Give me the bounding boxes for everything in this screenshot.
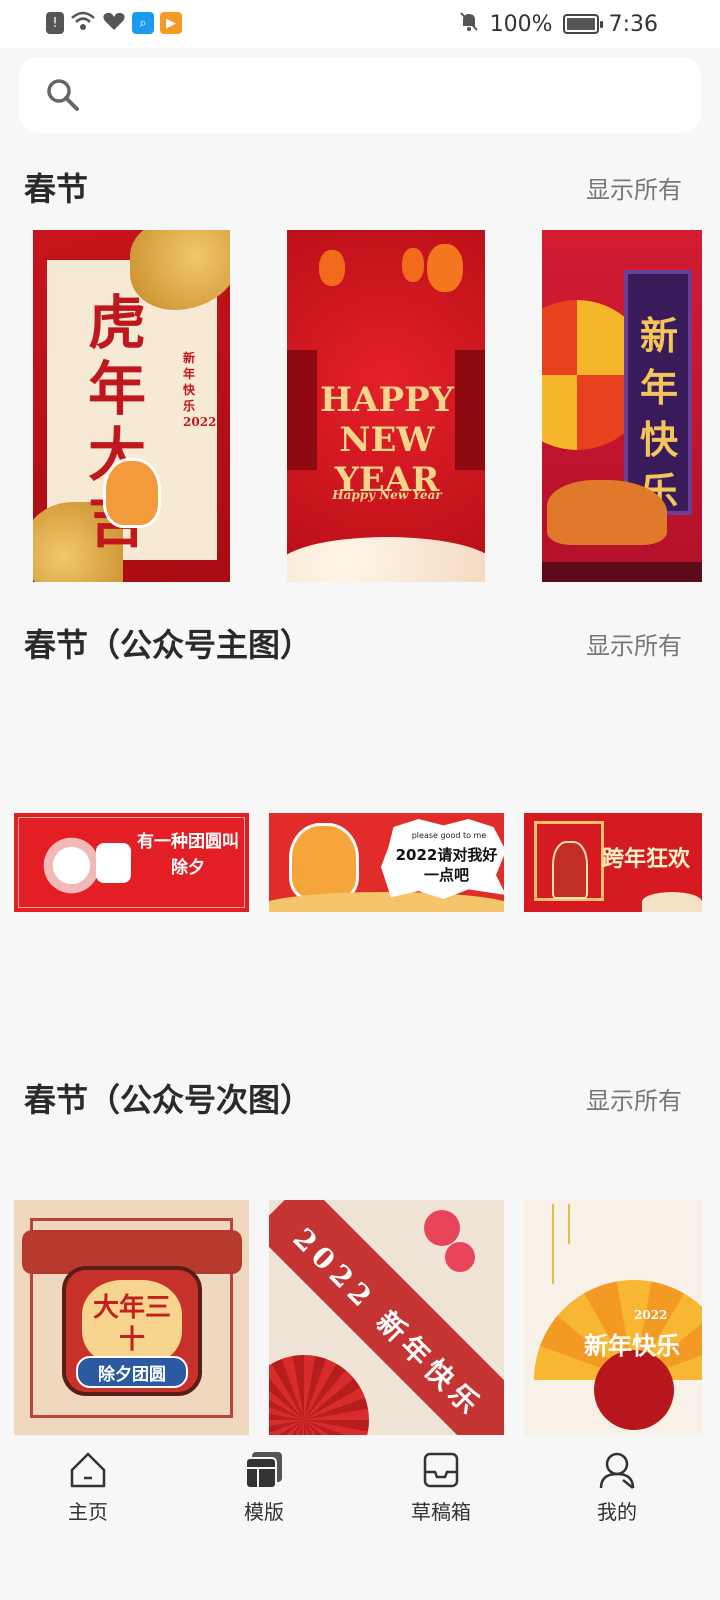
show-all-link[interactable]: 显示所有: [586, 626, 682, 661]
fan-square-subtitle: 2022: [634, 1308, 668, 1322]
alert-icon: !: [46, 12, 64, 34]
bottom-nav: 主页 模版 草稿箱 我的: [0, 1440, 720, 1600]
nav-profile[interactable]: 我的: [567, 1450, 667, 1525]
search-input[interactable]: [19, 57, 701, 133]
nav-drafts[interactable]: 草稿箱: [391, 1450, 491, 1525]
battery-icon: [562, 14, 603, 34]
2022-square[interactable]: 2022 新年快乐: [269, 1200, 504, 1435]
drafts-icon: [423, 1452, 459, 1488]
tiger-banner[interactable]: please good to me 2022请对我好一点吧: [269, 813, 504, 912]
search-icon: [47, 79, 79, 111]
show-all-link[interactable]: 显示所有: [586, 170, 682, 205]
fan-square[interactable]: 2022 新年快乐: [524, 1200, 702, 1435]
heart-rate-icon: [102, 10, 126, 36]
chuxi-square[interactable]: 大年三十 除夕团圆: [14, 1200, 249, 1435]
chuxi-square-title: 大年三十: [92, 1293, 171, 1355]
bell-off-icon: [458, 10, 480, 38]
status-bar: ! ⌕ ▶ 100% 7:36: [0, 0, 720, 48]
happy-new-year-title: HAPPY NEW YEAR: [320, 380, 454, 500]
child-illustration: [552, 841, 588, 899]
nav-templates[interactable]: 模版: [214, 1450, 314, 1525]
battery-percent: 100%: [489, 11, 553, 37]
kuanian-banner[interactable]: 跨年狂欢: [524, 813, 702, 912]
tiger-banner-title: 2022请对我好一点吧: [395, 846, 498, 884]
section-title-main-image: 春节（公众号主图）: [24, 626, 313, 664]
chuxi-square-subtitle: 除夕团圆: [98, 1365, 166, 1385]
home-icon: [70, 1452, 106, 1488]
video-app-icon: ▶: [160, 12, 182, 34]
profile-icon: [599, 1452, 635, 1489]
nav-templates-label: 模版: [244, 1500, 284, 1524]
tiger-year-poster[interactable]: 虎年大吉 新年快乐 2022: [33, 230, 230, 582]
fan-square-title: 新年快乐: [584, 1331, 680, 1360]
kuanian-banner-title: 跨年狂欢: [602, 846, 691, 872]
reunion-banner[interactable]: 有一种团圆叫 除夕: [14, 813, 249, 912]
show-all-link[interactable]: 显示所有: [586, 1081, 682, 1116]
section-title-sub-image: 春节（公众号次图）: [24, 1081, 313, 1119]
clock: 7:36: [608, 11, 658, 37]
tiger-banner-subtitle: please good to me: [411, 831, 487, 840]
happy-new-year-poster[interactable]: HAPPY NEW YEAR Happy New Year: [287, 230, 485, 582]
tiger-year-subtitle: 新年快乐 2022: [183, 351, 217, 429]
search-app-icon: ⌕: [132, 12, 154, 34]
templates-icon: [245, 1452, 282, 1489]
nav-drafts-label: 草稿箱: [411, 1500, 471, 1524]
reunion-banner-title: 有一种团圆叫 除夕: [137, 832, 239, 878]
section-title-spring-festival: 春节: [24, 170, 89, 208]
nav-profile-label: 我的: [597, 1500, 637, 1524]
happy-new-year-subtitle: Happy New Year: [332, 488, 442, 502]
tiger-illustration: [289, 823, 359, 901]
xin-nian-kuai-le-poster[interactable]: 新年快乐: [542, 230, 702, 582]
wifi-icon: [70, 10, 96, 36]
nav-home-label: 主页: [68, 1500, 108, 1524]
tiger-illustration: [103, 458, 161, 528]
nav-home[interactable]: 主页: [38, 1450, 138, 1525]
